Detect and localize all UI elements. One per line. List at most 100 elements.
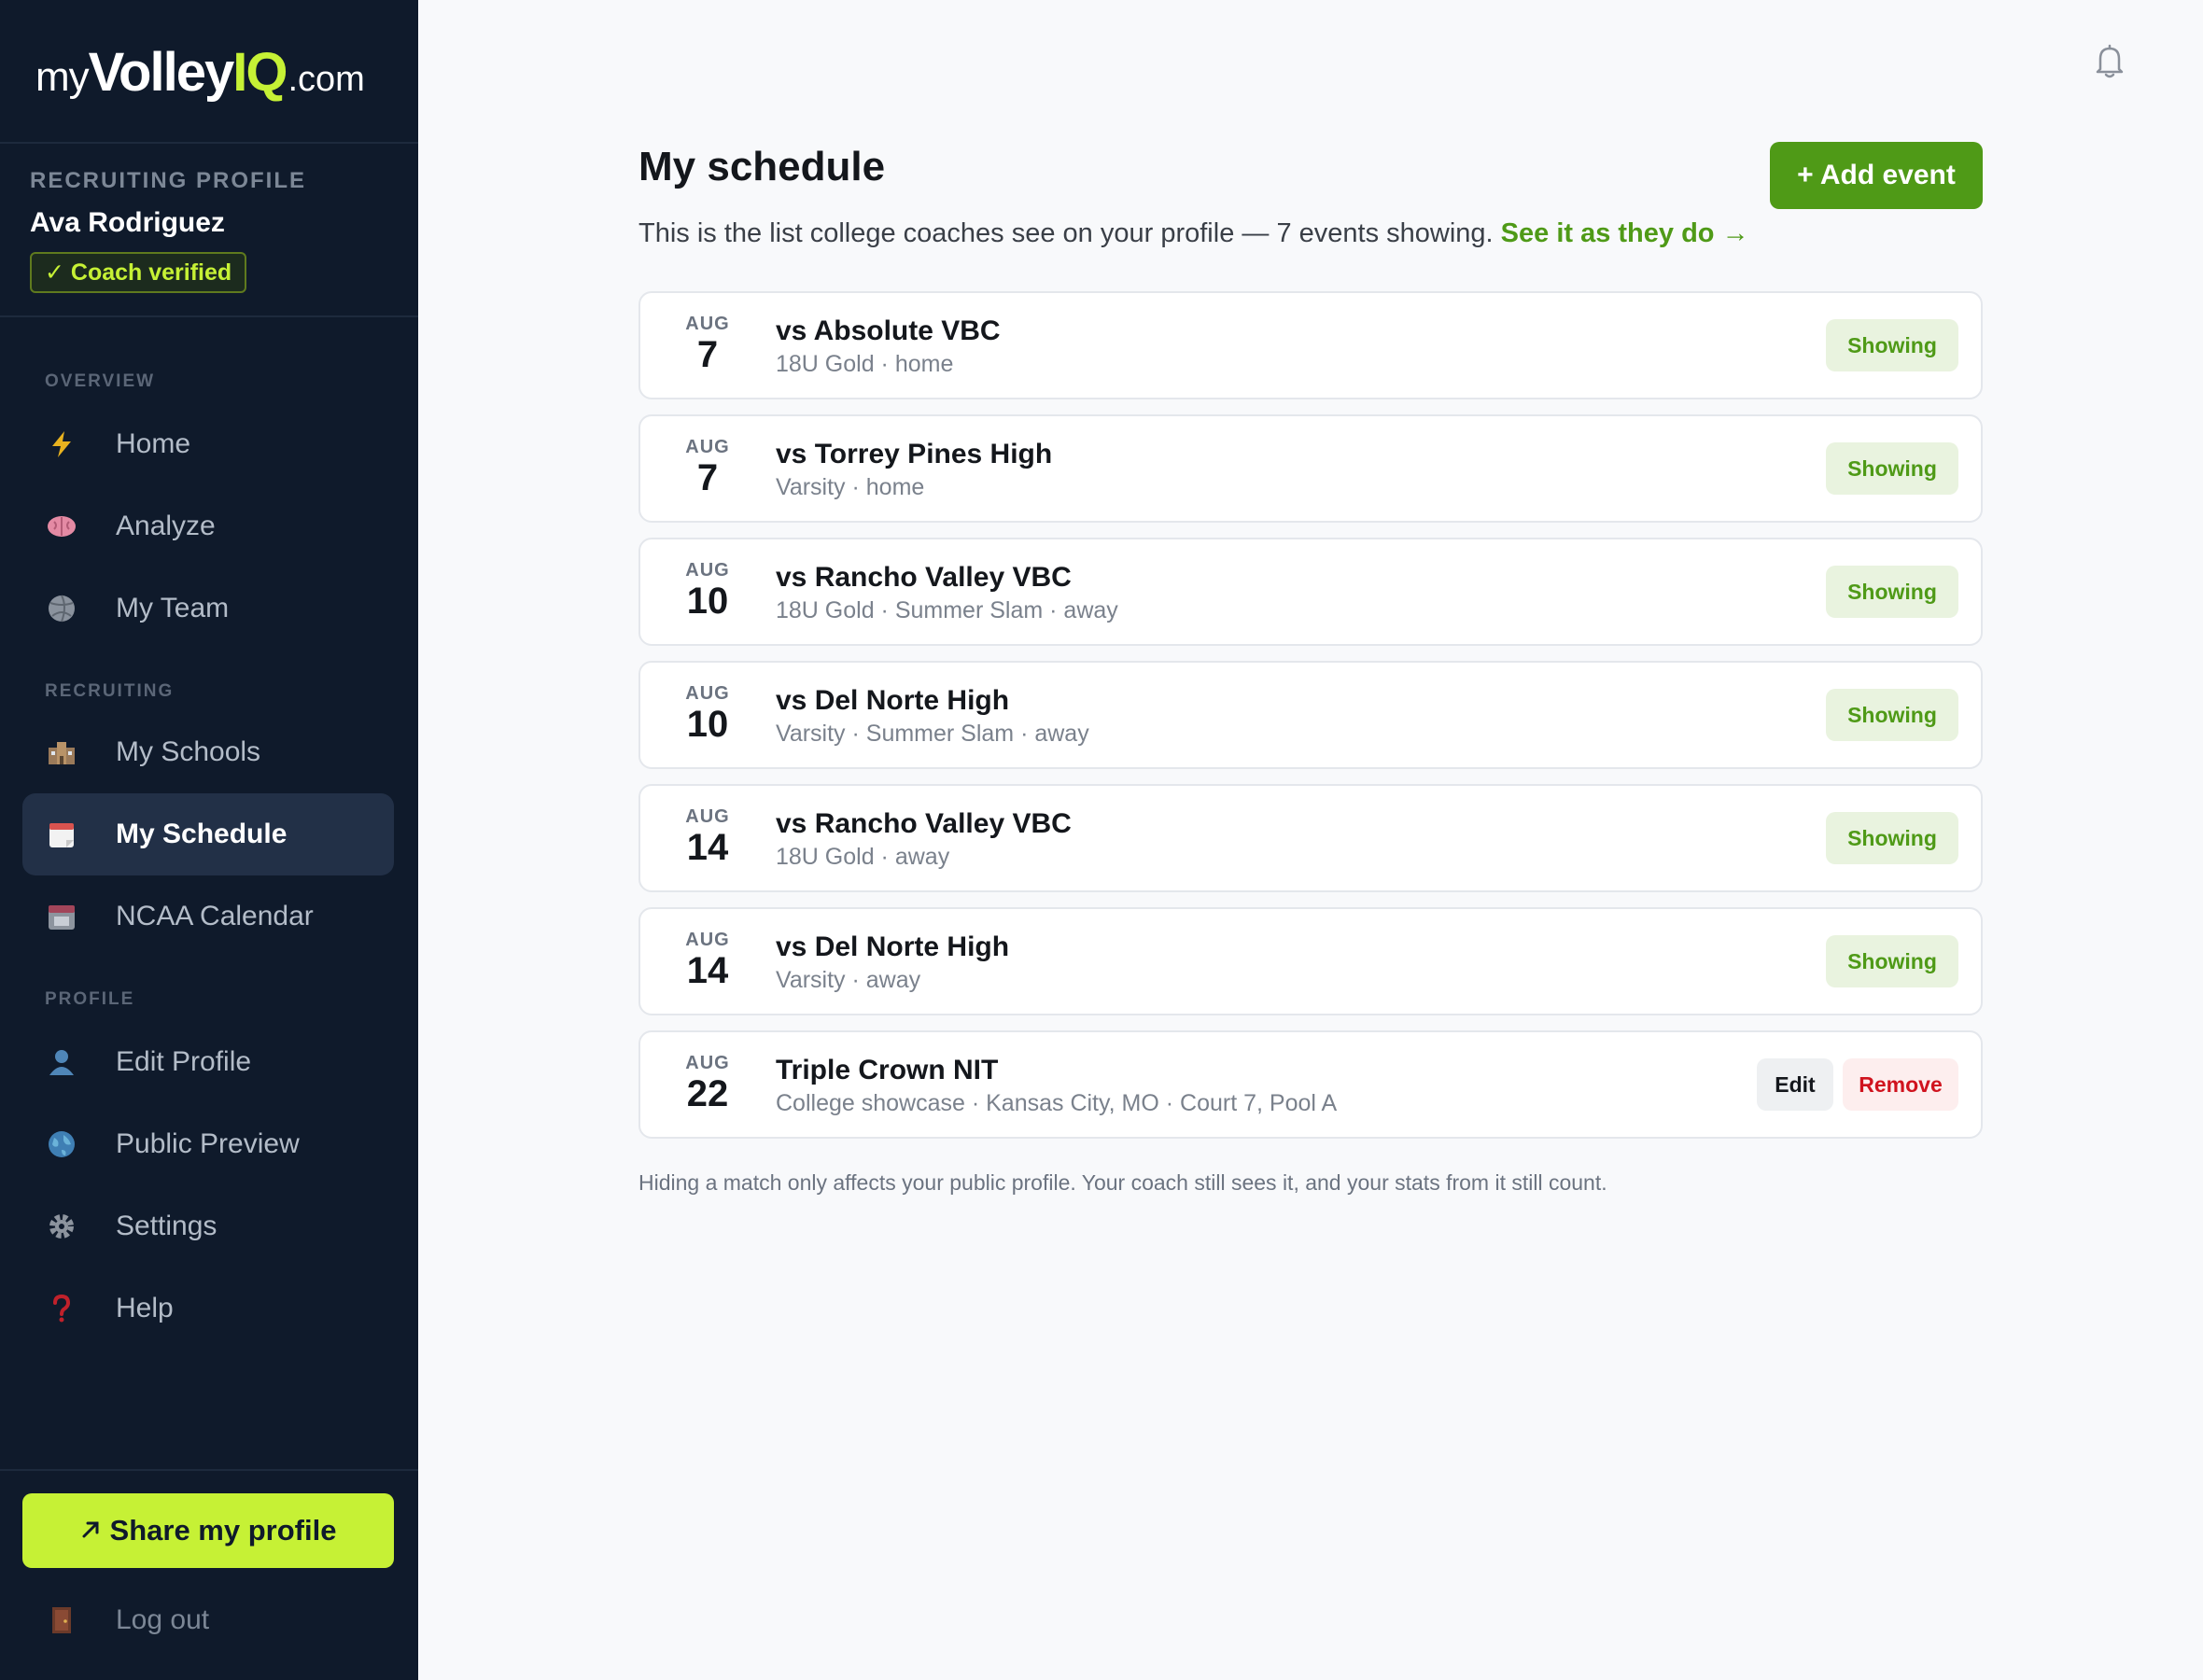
coach-verified-badge: ✓ Coach verified: [30, 252, 247, 293]
sidebar-item-label: My Schedule: [116, 819, 288, 849]
event-details: Varsity · away: [776, 967, 921, 993]
event-day: 14: [686, 950, 729, 991]
sidebar-divider: [0, 142, 418, 144]
event-row[interactable]: AUG 10 vs Rancho Valley VBC 18U Gold · S…: [638, 538, 1983, 646]
event-month: AUG: [685, 806, 730, 827]
showing-toggle[interactable]: Showing: [1826, 935, 1958, 987]
sidebar-item-my-schools[interactable]: My Schools: [22, 711, 394, 793]
event-day: 10: [686, 704, 729, 745]
subtitle-text: This is the list college coaches see on …: [638, 218, 1494, 248]
page-subtitle: This is the list college coaches see on …: [638, 218, 1749, 249]
event-title: vs Absolute VBC: [776, 315, 1001, 346]
event-date: AUG 10: [670, 683, 745, 745]
sidebar-item-settings[interactable]: Settings: [22, 1185, 394, 1267]
profile-label: RECRUITING PROFILE: [30, 168, 307, 193]
showing-toggle[interactable]: Showing: [1826, 442, 1958, 495]
sidebar-item-label: Home: [116, 428, 191, 459]
calendar-page-icon: [45, 818, 78, 851]
brand-logo[interactable]: my Volley IQ .com: [35, 41, 365, 106]
event-date: AUG 22: [670, 1053, 745, 1114]
sidebar: my Volley IQ .com RECRUITING PROFILE Ava Ro…: [0, 0, 418, 1680]
sidebar-item-help[interactable]: Help: [22, 1267, 394, 1350]
globe-icon: [45, 1127, 78, 1161]
event-day: 10: [686, 581, 729, 622]
event-row[interactable]: AUG 14 vs Rancho Valley VBC 18U Gold · a…: [638, 784, 1983, 892]
sidebar-item-my-team[interactable]: My Team: [22, 567, 394, 650]
sidebar-item-label: Public Preview: [116, 1128, 300, 1159]
user-icon: [45, 1045, 78, 1079]
event-date: AUG 14: [670, 806, 745, 868]
bell-icon[interactable]: [2093, 43, 2126, 80]
showing-toggle[interactable]: Showing: [1826, 812, 1958, 864]
sidebar-item-label: NCAA Calendar: [116, 901, 314, 931]
sidebar-item-label: My Team: [116, 593, 230, 623]
event-list: AUG 7 vs Absolute VBC 18U Gold · home Sh…: [638, 291, 1983, 1154]
event-day: 7: [696, 334, 719, 375]
event-details: Varsity · Summer Slam · away: [776, 721, 1089, 747]
sidebar-item-label: My Schools: [116, 736, 261, 767]
event-day: 7: [696, 457, 719, 498]
event-title: vs Rancho Valley VBC: [776, 562, 1072, 593]
edit-event-button[interactable]: Edit: [1757, 1058, 1833, 1111]
event-row[interactable]: AUG 14 vs Del Norte High Varsity · away …: [638, 907, 1983, 1015]
share-profile-button[interactable]: Share my profile: [22, 1493, 394, 1568]
event-day: 22: [686, 1073, 729, 1114]
sidebar-item-public-preview[interactable]: Public Preview: [22, 1103, 394, 1185]
event-details: Varsity · home: [776, 474, 925, 500]
calendar-icon: [45, 900, 78, 933]
event-row[interactable]: AUG 22 Triple Crown NIT College showcase…: [638, 1030, 1983, 1139]
event-details: 18U Gold · Summer Slam · away: [776, 597, 1118, 623]
sidebar-item-label: Edit Profile: [116, 1046, 252, 1077]
sidebar-item-label: Settings: [116, 1211, 217, 1241]
event-title: vs Del Norte High: [776, 931, 1010, 962]
event-month: AUG: [685, 560, 730, 581]
event-month: AUG: [685, 1053, 730, 1073]
event-title: vs Torrey Pines High: [776, 439, 1053, 469]
see-as-coaches-link[interactable]: See it as they do →: [1501, 218, 1749, 248]
showing-toggle[interactable]: Showing: [1826, 319, 1958, 371]
event-row[interactable]: AUG 7 vs Torrey Pines High Varsity · hom…: [638, 414, 1983, 523]
sidebar-divider: [0, 1469, 418, 1471]
event-month: AUG: [685, 314, 730, 334]
showing-toggle[interactable]: Showing: [1826, 566, 1958, 618]
question-icon: [45, 1292, 78, 1325]
sidebar-item-my-schedule[interactable]: My Schedule: [22, 793, 394, 875]
logout-button[interactable]: Log out: [22, 1579, 394, 1661]
event-row[interactable]: AUG 7 vs Absolute VBC 18U Gold · home Sh…: [638, 291, 1983, 399]
arrow-up-right-icon: [80, 1514, 101, 1547]
logout-label: Log out: [116, 1604, 210, 1635]
page-title: My schedule: [638, 144, 886, 189]
profile-name: Ava Rodriguez: [30, 207, 225, 238]
sidebar-item-ncaa-calendar[interactable]: NCAA Calendar: [22, 875, 394, 958]
event-title: vs Rancho Valley VBC: [776, 808, 1072, 839]
event-month: AUG: [685, 437, 730, 457]
section-label-profile: PROFILE: [45, 989, 135, 1009]
event-date: AUG 14: [670, 930, 745, 991]
volleyball-icon: [45, 592, 78, 625]
section-label-overview: OVERVIEW: [45, 371, 156, 391]
event-month: AUG: [685, 930, 730, 950]
showing-toggle[interactable]: Showing: [1826, 689, 1958, 741]
door-icon: [45, 1603, 78, 1637]
event-date: AUG 7: [670, 437, 745, 498]
sidebar-item-edit-profile[interactable]: Edit Profile: [22, 1021, 394, 1103]
event-details: 18U Gold · home: [776, 351, 954, 377]
add-event-button[interactable]: + Add event: [1770, 142, 1983, 209]
brain-icon: [45, 510, 78, 543]
event-title: Triple Crown NIT: [776, 1055, 999, 1085]
event-details: College showcase · Kansas City, MO · Cou…: [776, 1090, 1338, 1116]
logo-iq: IQ: [232, 42, 288, 103]
lightning-icon: [45, 427, 78, 461]
sidebar-item-label: Help: [116, 1293, 174, 1323]
event-details: 18U Gold · away: [776, 844, 950, 870]
gear-icon: [45, 1210, 78, 1243]
sidebar-divider: [0, 315, 418, 317]
sidebar-item-analyze[interactable]: Analyze: [22, 485, 394, 567]
logo-my: my: [35, 54, 90, 100]
event-month: AUG: [685, 683, 730, 704]
event-title: vs Del Norte High: [776, 685, 1010, 716]
event-row[interactable]: AUG 10 vs Del Norte High Varsity · Summe…: [638, 661, 1983, 769]
event-day: 14: [686, 827, 729, 868]
sidebar-item-home[interactable]: Home: [22, 403, 394, 485]
remove-event-button[interactable]: Remove: [1843, 1058, 1958, 1111]
